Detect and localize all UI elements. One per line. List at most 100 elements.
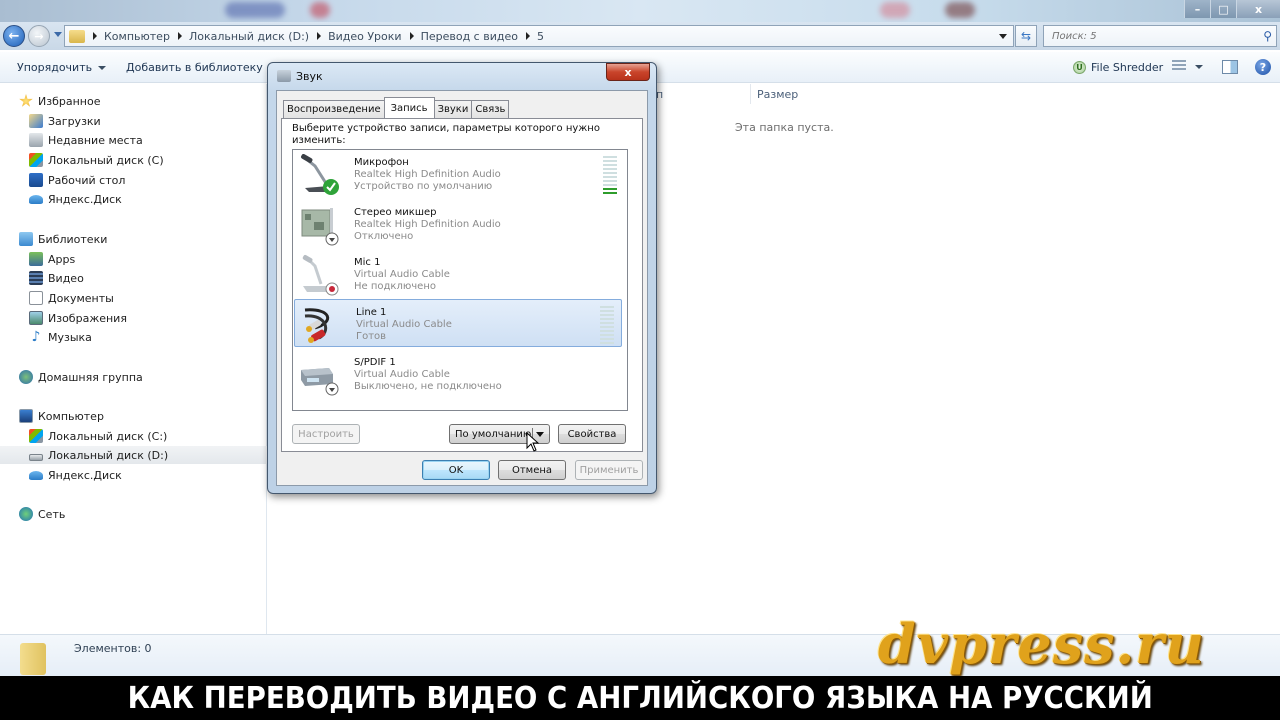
tab-recording[interactable]: Запись: [383, 97, 435, 118]
breadcrumb-computer[interactable]: Компьютер: [93, 30, 170, 43]
background-blur: [880, 2, 910, 18]
address-dropdown-icon[interactable]: [999, 34, 1007, 39]
help-icon[interactable]: ?: [1255, 59, 1271, 75]
device-item-spdif1[interactable]: S/PDIF 1 Virtual Audio Cable Выключено, …: [293, 350, 627, 398]
meter-segment: [603, 160, 617, 162]
add-to-library-menu[interactable]: Добавить в библиотеку: [126, 61, 277, 74]
navigation-pane: Избранное Загрузки Недавние места Локаль…: [0, 84, 267, 634]
network-icon: [19, 507, 33, 521]
recent-pages-dropdown[interactable]: [54, 32, 62, 37]
search-icon[interactable]: ⚲: [1263, 29, 1272, 43]
sidebar-item-recent-places[interactable]: Недавние места: [29, 131, 143, 149]
file-shredder-button[interactable]: U File Shredder: [1073, 61, 1163, 74]
breadcrumb-5[interactable]: 5: [525, 30, 544, 43]
sidebar-item-disk-c-fav[interactable]: Локальный диск (C): [29, 151, 164, 169]
sidebar-item-apps[interactable]: Apps: [29, 250, 75, 268]
recent-places-icon: [29, 133, 43, 147]
sidebar-item-pictures[interactable]: Изображения: [29, 309, 127, 327]
maximize-button[interactable]: □: [1210, 0, 1236, 18]
navigation-bar: ← → Компьютер Локальный диск (D:) Видео …: [0, 22, 1280, 50]
level-meter: [603, 156, 617, 194]
empty-folder-message: Эта папка пуста.: [735, 121, 834, 134]
windows-drive-icon: [29, 153, 43, 167]
device-name: S/PDIF 1: [354, 357, 396, 368]
preview-pane-icon[interactable]: [1222, 60, 1238, 74]
windows-drive-icon: [29, 429, 43, 443]
forward-button[interactable]: →: [28, 25, 50, 47]
refresh-button[interactable]: ⇆: [1015, 25, 1037, 47]
sidebar-item-documents[interactable]: Документы: [29, 289, 114, 307]
meter-segment: [603, 172, 617, 174]
sidebar-item-disk-c[interactable]: Локальный диск (C:): [29, 427, 167, 445]
breadcrumb-disk-d[interactable]: Локальный диск (D:): [177, 30, 309, 43]
tab-communications[interactable]: Связь: [471, 100, 510, 118]
device-driver: Virtual Audio Cable: [354, 369, 450, 380]
view-options-icon[interactable]: [1172, 60, 1186, 72]
chevron-right-icon: [93, 32, 97, 40]
background-blur: [945, 2, 975, 18]
sidebar-item-video[interactable]: Видео: [29, 269, 84, 287]
chevron-down-icon[interactable]: [1195, 65, 1203, 69]
star-icon: [19, 94, 33, 107]
device-status: Готов: [356, 331, 387, 342]
dialog-close-button[interactable]: x: [606, 63, 650, 81]
breadcrumb-video-lessons[interactable]: Видео Уроки: [317, 30, 402, 43]
pictures-icon: [29, 311, 43, 325]
sidebar-network[interactable]: Сеть: [19, 505, 65, 523]
meter-segment: [603, 164, 617, 166]
background-blur: [225, 2, 285, 18]
column-header-truncated[interactable]: п: [656, 88, 663, 101]
properties-button[interactable]: Свойства: [558, 424, 626, 444]
device-status: Отключено: [354, 231, 414, 242]
address-bar[interactable]: Компьютер Локальный диск (D:) Видео Урок…: [64, 25, 1014, 47]
sidebar-item-yandex-disk-fav[interactable]: Яндекс.Диск: [29, 190, 122, 208]
column-divider[interactable]: [750, 84, 751, 104]
sidebar-item-disk-d[interactable]: Локальный диск (D:): [0, 446, 267, 464]
search-box[interactable]: ⚲: [1043, 25, 1277, 47]
speaker-icon: [277, 70, 291, 82]
chevron-right-icon: [317, 32, 322, 40]
column-header-size[interactable]: Размер: [757, 88, 798, 101]
minimize-button[interactable]: –: [1184, 0, 1210, 18]
meter-segment: [603, 180, 617, 182]
meter-segment: [603, 184, 617, 186]
sidebar-favorites[interactable]: Избранное: [19, 92, 100, 110]
sidebar-item-downloads[interactable]: Загрузки: [29, 112, 101, 130]
device-item-line1[interactable]: Line 1 Virtual Audio Cable Готов: [294, 299, 622, 347]
ok-button[interactable]: OK: [422, 460, 490, 480]
tab-sounds[interactable]: Звуки: [433, 100, 473, 118]
close-window-button[interactable]: x: [1236, 0, 1280, 18]
sidebar-item-music[interactable]: ♪ Музыка: [29, 328, 92, 346]
cancel-button[interactable]: Отмена: [498, 460, 566, 480]
device-driver: Virtual Audio Cable: [356, 319, 452, 330]
meter-segment: [603, 192, 617, 194]
background-blur: [310, 2, 330, 18]
sidebar-item-yandex-disk[interactable]: Яндекс.Диск: [29, 466, 122, 484]
back-button[interactable]: ←: [3, 25, 25, 47]
window-controls: – □ x: [1184, 0, 1280, 18]
drive-icon: [29, 454, 43, 461]
cloud-icon: [29, 194, 43, 204]
document-icon: [29, 291, 43, 305]
refresh-icon: ⇆: [1020, 29, 1032, 43]
recording-device-list[interactable]: Микрофон Realtek High Definition Audio У…: [292, 149, 628, 411]
device-item-microphone[interactable]: Микрофон Realtek High Definition Audio У…: [293, 150, 627, 198]
device-item-mic1[interactable]: Mic 1 Virtual Audio Cable Не подключено: [293, 250, 627, 298]
meter-segment: [600, 306, 614, 308]
sidebar-item-desktop[interactable]: Рабочий стол: [29, 171, 125, 189]
sidebar-libraries[interactable]: Библиотеки: [19, 230, 107, 248]
sidebar-homegroup[interactable]: Домашняя группа: [19, 368, 143, 386]
search-input[interactable]: [1052, 30, 1252, 42]
chevron-right-icon: [409, 32, 414, 40]
apply-button[interactable]: Применить: [575, 460, 643, 480]
folder-icon: [69, 29, 85, 43]
breadcrumb-translation[interactable]: Перевод с видео: [409, 30, 518, 43]
device-item-stereo-mix[interactable]: Стерео микшер Realtek High Definition Au…: [293, 200, 627, 248]
tab-playback[interactable]: Воспроизведение: [283, 100, 385, 118]
chevron-right-icon: [525, 32, 530, 40]
sidebar-computer[interactable]: Компьютер: [19, 407, 104, 425]
organize-menu[interactable]: Упорядочить: [17, 61, 107, 74]
configure-button[interactable]: Настроить: [292, 424, 360, 444]
dialog-body: Воспроизведение Запись Звуки Связь Выбер…: [276, 90, 648, 486]
meter-segment: [600, 334, 614, 336]
